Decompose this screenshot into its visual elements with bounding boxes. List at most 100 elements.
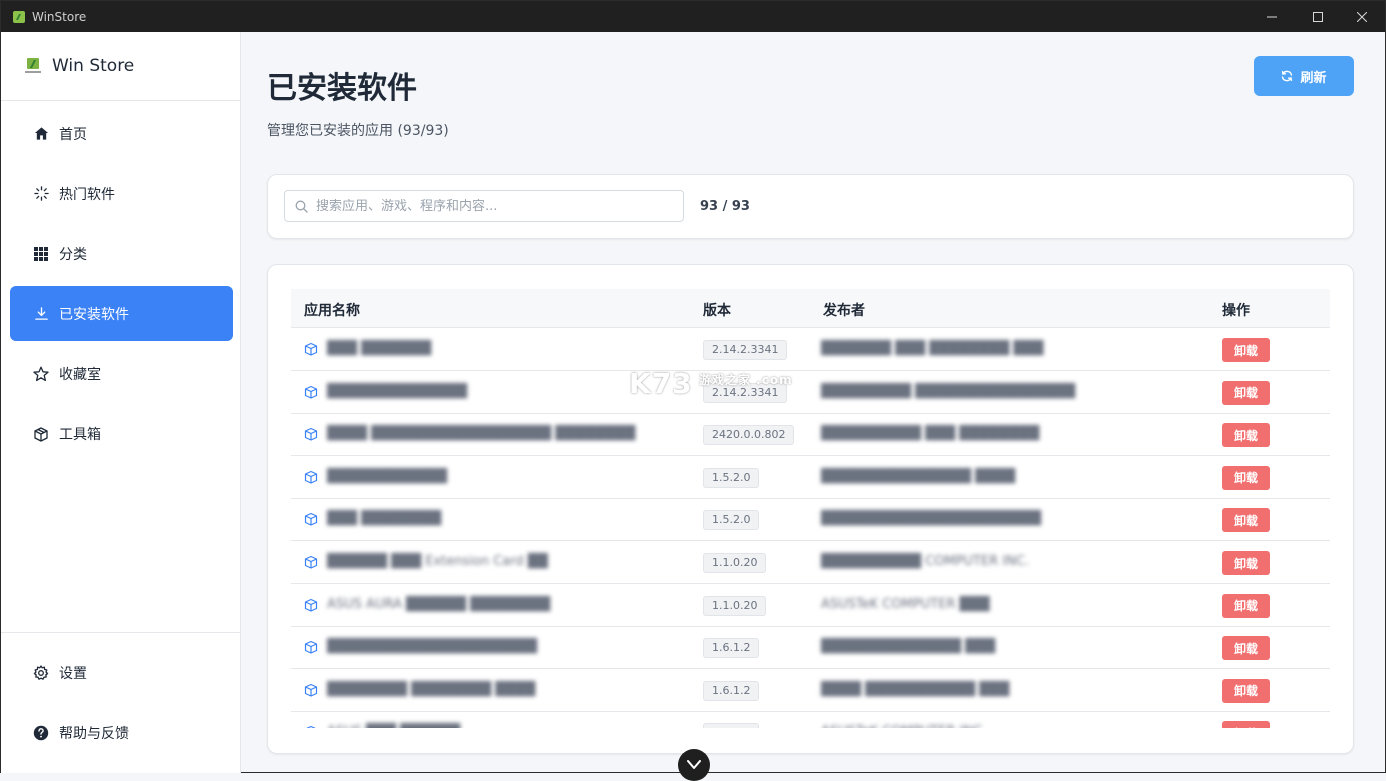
uninstall-button[interactable]: 卸载 <box>1222 465 1270 490</box>
app-package-icon <box>304 470 318 484</box>
brand: Win Store <box>1 32 240 101</box>
window-title: WinStore <box>32 9 87 24</box>
sidebar-item-label: 已安装软件 <box>59 306 129 323</box>
sidebar-item-label: 首页 <box>59 126 87 143</box>
publisher-name: ██████████ COMPUTER INC. <box>821 554 1030 569</box>
star-icon <box>33 366 49 382</box>
title-bar: WinStore <box>1 1 1385 32</box>
grid-icon <box>33 246 49 262</box>
table-row: ASUS AURA ██████ ████████ 1.1.0.20 ASUSTeK… <box>291 584 1330 627</box>
publisher-name: ██████████ ███ ████████ <box>821 426 1040 442</box>
watermark-text: K73 <box>629 367 693 400</box>
close-icon <box>1357 11 1367 22</box>
app-name: ███ ███████ <box>327 341 432 356</box>
header-app-name: 应用名称 <box>304 303 360 319</box>
refresh-icon <box>1281 70 1293 82</box>
search-card: 93 / 93 <box>267 174 1354 239</box>
app-package-icon <box>304 683 318 697</box>
version-badge: 1.1.0.20 <box>703 595 767 616</box>
table-row: ██████ ███ Extension Card ██ 1.1.0.20 ████… <box>291 541 1330 584</box>
sidebar-footer: 设置 帮助与反馈 <box>1 632 241 773</box>
scroll-down-button[interactable] <box>678 749 710 781</box>
sidebar-item-home[interactable]: 首页 <box>10 106 233 161</box>
close-button[interactable] <box>1339 1 1385 32</box>
brand-name: Win Store <box>52 56 135 76</box>
sidebar-item-label: 工具箱 <box>59 426 101 443</box>
uninstall-button[interactable]: 卸载 <box>1222 380 1270 405</box>
app-name: ████ ██████████████████ ████████ <box>327 426 636 442</box>
page-title: 已安装软件 <box>267 71 417 106</box>
app-package-icon <box>304 342 318 356</box>
version-badge: 1.5.2.0 <box>703 510 760 531</box>
table-row: ███ ███████ 2.14.2.3341 ███████ ███ ██████… <box>291 328 1330 371</box>
app-package-icon <box>304 598 318 612</box>
app-package-icon <box>304 513 318 526</box>
app-window: WinStore Win Store 首页 热门软件 分类 已安装软件 收藏室 … <box>0 0 1386 781</box>
app-package-icon <box>307 726 315 728</box>
sidebar-item-label: 分类 <box>59 246 87 263</box>
refresh-button[interactable]: 刷新 <box>1254 56 1354 96</box>
publisher-name: ███████ ███ ████████ ███ <box>821 341 1044 356</box>
uninstall-button[interactable]: 卸载 <box>1222 721 1270 728</box>
header-publisher: 发布者 <box>823 303 865 319</box>
sidebar-item-toolbox[interactable]: 工具箱 <box>10 406 233 461</box>
table-row: ████████ ████████ ████ 1.6.1.2 ████ ██████… <box>291 669 1330 712</box>
version-badge: 2.14.2.3341 <box>703 340 788 360</box>
sidebar-item-help[interactable]: 帮助与反馈 <box>10 705 233 760</box>
publisher-name: ███████████████ ████ <box>821 468 1016 484</box>
publisher-name: ██████████████████████ <box>821 511 1041 527</box>
loader-icon <box>33 186 49 202</box>
sidebar: Win Store 首页 热门软件 分类 已安装软件 收藏室 工具箱 设置 帮助… <box>1 32 241 773</box>
app-package-icon <box>304 641 318 654</box>
sidebar-item-categories[interactable]: 分类 <box>10 226 233 281</box>
table-row: ASUS ███ ██████ 1.6.1.2 ASUSTeK COMPUTER I… <box>291 711 1330 728</box>
uninstall-button[interactable]: 卸载 <box>1222 678 1270 703</box>
table-row: ████████████ 1.5.2.0 ███████████████ ████ 卸… <box>291 456 1330 499</box>
home-icon <box>33 126 49 142</box>
search-input[interactable] <box>316 198 666 214</box>
gear-icon <box>33 664 49 681</box>
watermark-subtext: 游戏之家 .com <box>699 373 793 387</box>
publisher-name: ████ ███████████ ███ <box>821 681 1010 697</box>
uninstall-button[interactable]: 卸载 <box>1222 636 1270 661</box>
brand-logo-icon <box>25 58 41 73</box>
publisher-name: ASUSTeK COMPUTER ███ <box>821 596 990 612</box>
version-badge: 1.6.1.2 <box>703 680 760 701</box>
maximize-button[interactable] <box>1295 1 1341 32</box>
sidebar-item-label: 设置 <box>59 665 87 682</box>
uninstall-button[interactable]: 卸载 <box>1222 423 1270 448</box>
app-name: ██████████████ <box>327 383 467 399</box>
publisher-name: ██████████████ ███ <box>821 639 996 655</box>
app-name: ████████████ <box>327 468 447 484</box>
watermark-logo: K73 游戏之家 .com <box>629 367 792 400</box>
sidebar-item-settings[interactable]: 设置 <box>10 645 233 700</box>
minimize-button[interactable] <box>1249 1 1295 32</box>
table-body[interactable]: ███ ███████ 2.14.2.3341 ███████ ███ ██████… <box>291 328 1330 728</box>
table-header: 应用名称 版本 发布者 操作 <box>291 289 1330 328</box>
version-badge: 1.5.2.0 <box>703 467 760 488</box>
uninstall-button[interactable]: 卸载 <box>1222 593 1270 618</box>
result-count: 93 / 93 <box>700 199 750 214</box>
installed-apps-table: 应用名称 版本 发布者 操作 ███ ███████ 2.14.2.3341 ███… <box>267 264 1354 754</box>
version-badge: 1.6.1.2 <box>703 723 760 728</box>
search-icon <box>295 200 308 213</box>
uninstall-button[interactable]: 卸载 <box>1222 508 1270 533</box>
uninstall-button[interactable]: 卸载 <box>1222 551 1270 575</box>
app-package-icon <box>304 385 318 399</box>
app-logo-icon <box>13 10 25 23</box>
sidebar-item-popular[interactable]: 热门软件 <box>10 166 233 221</box>
table-row: ███ ████████ 1.5.2.0 █████████████████████… <box>291 498 1330 542</box>
app-name: ██████ ███ Extension Card ██ <box>327 554 548 569</box>
app-name: ASUS ███ ██████ <box>327 724 460 728</box>
publisher-name: █████████ ████████████████ <box>821 383 1076 399</box>
sidebar-item-favorites[interactable]: 收藏室 <box>10 346 233 401</box>
uninstall-button[interactable]: 卸载 <box>1222 338 1270 362</box>
page-subtitle: 管理您已安装的应用 (93/93) <box>267 123 449 139</box>
sidebar-item-installed[interactable]: 已安装软件 <box>10 286 233 341</box>
sidebar-item-label: 热门软件 <box>59 186 115 203</box>
sidebar-item-label: 收藏室 <box>59 366 101 383</box>
app-package-icon <box>304 555 318 569</box>
version-badge: 1.6.1.2 <box>703 638 760 659</box>
search-box[interactable] <box>284 190 684 222</box>
header-action: 操作 <box>1222 303 1250 319</box>
